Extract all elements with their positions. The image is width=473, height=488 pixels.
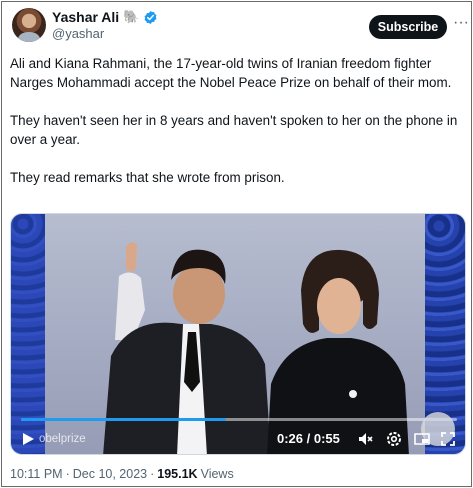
settings-gear-icon[interactable] <box>385 430 403 448</box>
more-options-icon[interactable]: ··· <box>452 15 470 36</box>
video-watermark: obelprize <box>39 433 86 445</box>
video-progress-bar[interactable] <box>21 418 457 421</box>
tweet-paragraph-2: They haven't seen her in 8 years and hav… <box>10 113 458 147</box>
fullscreen-icon[interactable] <box>439 430 457 448</box>
author-handle[interactable]: @yashar <box>52 26 104 41</box>
tweet-date[interactable]: Dec 10, 2023 <box>73 467 147 481</box>
picture-in-picture-icon[interactable] <box>413 430 431 448</box>
video-player[interactable]: obelprize 0:26 / 0:55 <box>10 213 466 455</box>
tweet-time[interactable]: 10:11 PM <box>10 467 63 481</box>
subscribe-button[interactable]: Subscribe <box>369 15 447 39</box>
tweet-paragraph-1: Ali and Kiana Rahmani, the 17-year-old t… <box>10 56 452 90</box>
meta-separator: · <box>65 467 70 481</box>
meta-separator: · <box>150 467 155 481</box>
tweet-text: Ali and Kiana Rahmani, the 17-year-old t… <box>10 54 466 206</box>
avatar[interactable] <box>12 8 46 42</box>
verified-badge-icon <box>144 10 157 24</box>
tweet-card: Yashar Ali 🐘 @yashar Subscribe ··· Ali a… <box>1 1 472 487</box>
video-controls: obelprize 0:26 / 0:55 <box>11 424 465 454</box>
views-count: 195.1K <box>157 467 198 481</box>
author-name[interactable]: Yashar Ali <box>52 9 119 25</box>
video-progress-fill <box>21 418 226 421</box>
tweet-header: Yashar Ali 🐘 @yashar Subscribe ··· <box>10 8 469 48</box>
tweet-meta: 10:11 PM · Dec 10, 2023 · 195.1K Views <box>10 467 234 481</box>
play-icon[interactable] <box>21 432 35 446</box>
elephant-emoji: 🐘 <box>123 9 140 24</box>
author-name-row: Yashar Ali 🐘 <box>52 8 158 26</box>
tweet-paragraph-3: They read remarks that she wrote from pr… <box>10 170 285 185</box>
video-time: 0:26 / 0:55 <box>277 431 340 446</box>
mute-icon[interactable] <box>357 430 375 448</box>
views-label: Views <box>200 467 234 481</box>
video-frame-person-left <box>103 242 271 454</box>
